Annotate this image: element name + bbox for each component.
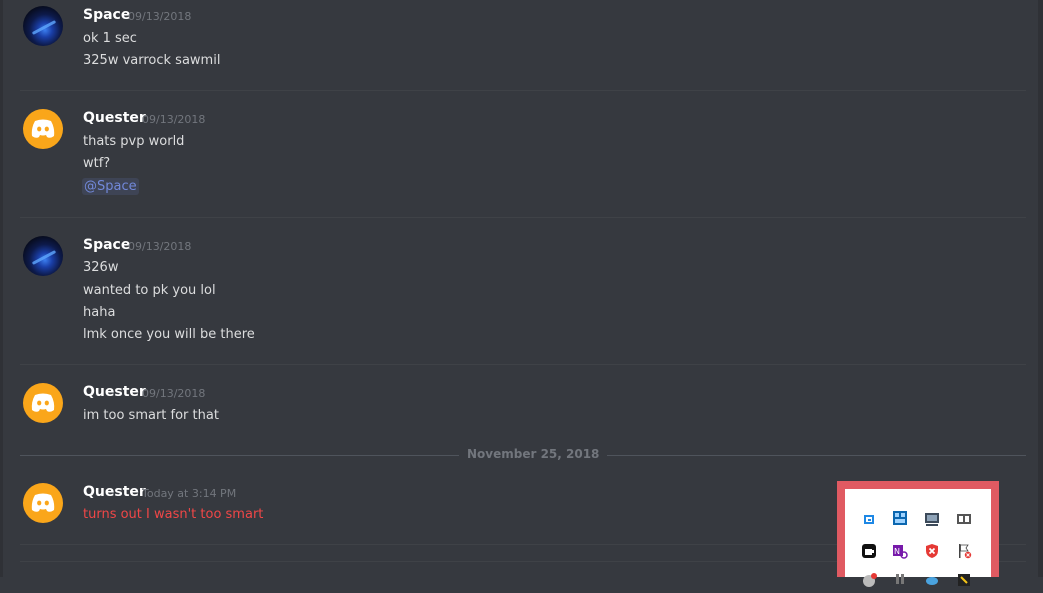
username[interactable]: Quester — [83, 110, 146, 126]
dolby-icon[interactable] — [956, 511, 972, 527]
shield-icon[interactable] — [924, 543, 940, 559]
network-icon[interactable] — [892, 510, 908, 526]
onenote-icon[interactable]: N — [892, 543, 908, 559]
coffee-icon[interactable] — [861, 543, 877, 559]
avatar[interactable] — [23, 6, 63, 46]
message-text: wanted to pk you lol — [83, 283, 216, 298]
message-text: 326w — [83, 260, 119, 275]
message-text: ok 1 sec — [83, 31, 137, 46]
message-text: wtf? — [83, 156, 111, 171]
username[interactable]: Space — [83, 7, 130, 23]
message-separator — [20, 90, 1026, 91]
system-tray-overflow: N — [845, 489, 991, 587]
discord-logo-icon — [31, 393, 55, 412]
message-text: 325w varrock sawmil — [83, 53, 221, 68]
username[interactable]: Space — [83, 237, 130, 253]
avatar[interactable] — [23, 109, 63, 149]
usb-icon[interactable] — [892, 572, 908, 588]
username[interactable]: Quester — [83, 484, 146, 500]
timestamp: 09/13/2018 — [128, 240, 192, 253]
tool-icon[interactable] — [956, 572, 972, 588]
message-text: lmk once you will be there — [83, 327, 255, 342]
user-mention[interactable]: @Space — [82, 178, 139, 195]
message-text: thats pvp world — [83, 134, 185, 149]
message-separator — [20, 217, 1026, 218]
tray-highlight-box: N — [837, 481, 999, 587]
message-text: haha — [83, 305, 116, 320]
timestamp: 09/13/2018 — [142, 387, 206, 400]
timestamp: 09/13/2018 — [128, 10, 192, 23]
scrollbar-track[interactable] — [1038, 0, 1043, 577]
discord-logo-icon — [31, 119, 55, 138]
display-icon[interactable] — [924, 511, 940, 527]
avatar[interactable] — [23, 236, 63, 276]
flag-icon[interactable] — [956, 543, 972, 559]
message-separator — [20, 364, 1026, 365]
message-text: turns out I wasn't too smart — [83, 507, 264, 522]
username[interactable]: Quester — [83, 384, 146, 400]
discord-logo-icon — [31, 493, 55, 512]
left-edge — [0, 0, 3, 577]
discord-icon[interactable] — [861, 573, 877, 589]
message-text: im too smart for that — [83, 408, 219, 423]
cloud-icon[interactable] — [924, 573, 940, 589]
avatar[interactable] — [23, 383, 63, 423]
avatar[interactable] — [23, 483, 63, 523]
svg-text:N: N — [894, 547, 900, 556]
timestamp: Today at 3:14 PM — [142, 487, 237, 500]
timestamp: 09/13/2018 — [142, 113, 206, 126]
update-icon[interactable] — [861, 511, 877, 527]
date-divider-label: November 25, 2018 — [459, 447, 608, 461]
